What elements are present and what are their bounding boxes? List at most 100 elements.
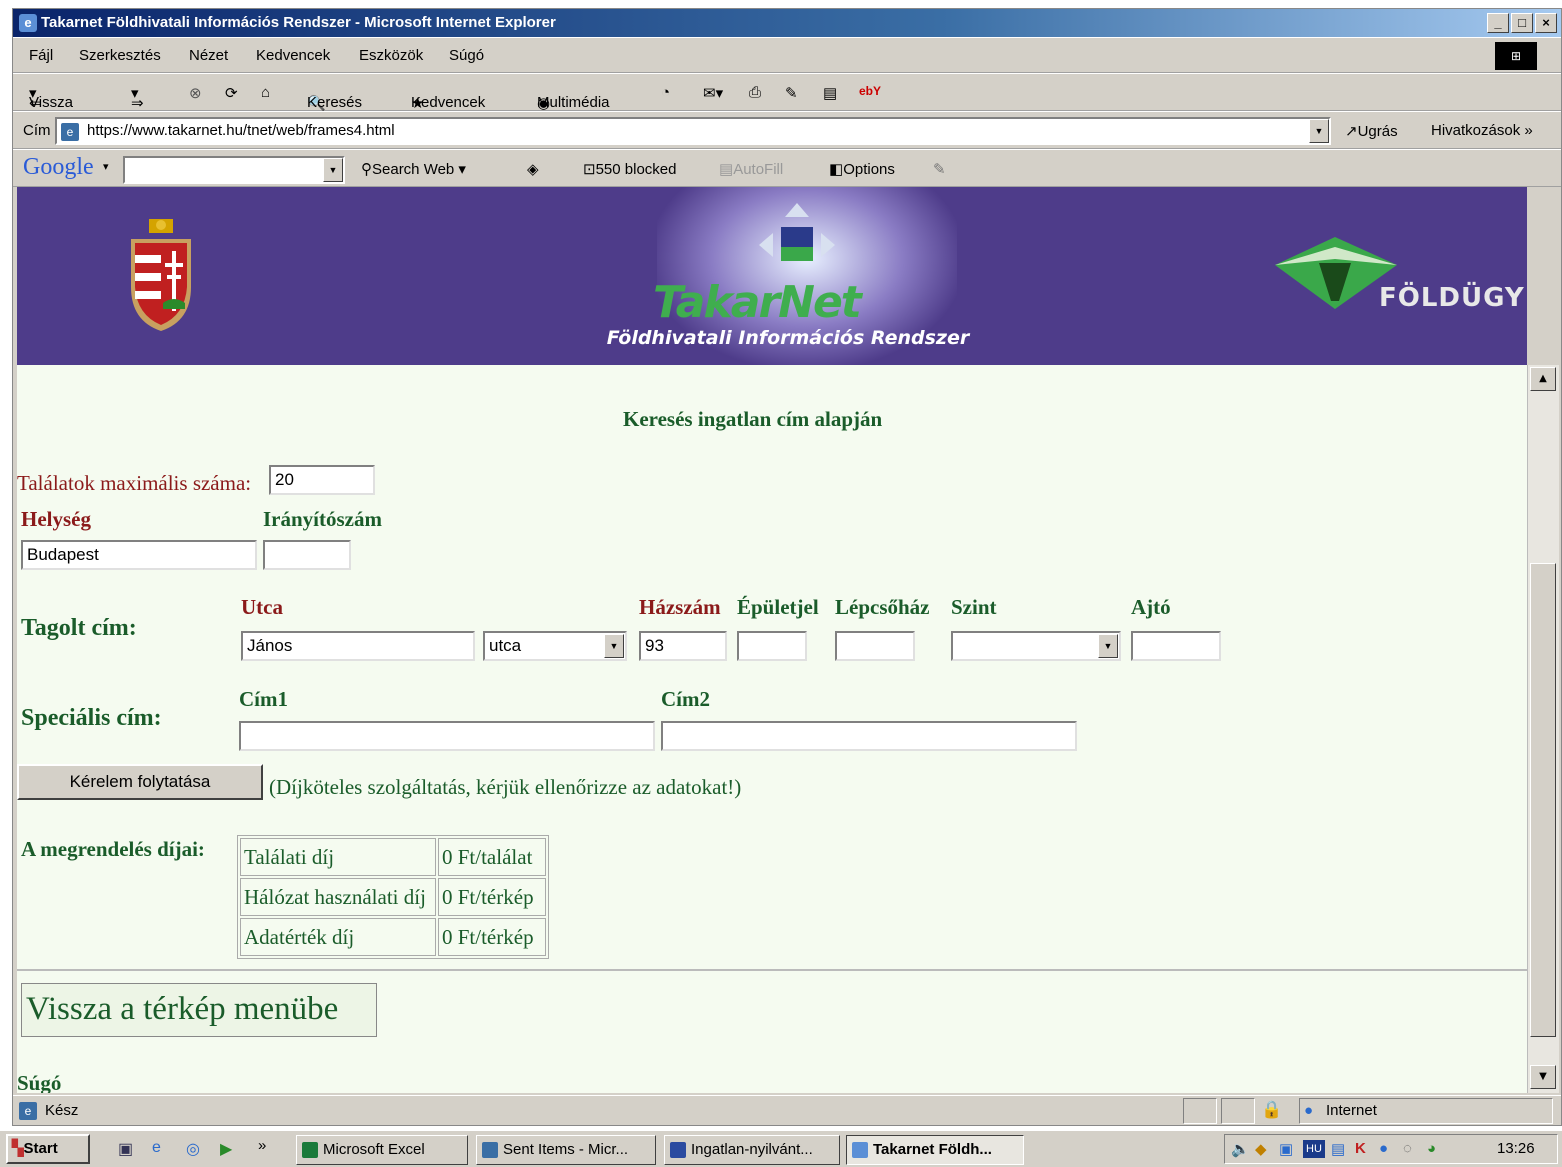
menu-file[interactable]: Fájl [29,47,53,64]
edit-icon[interactable]: ✎ [785,84,798,102]
scroll-down-icon[interactable]: ▼ [1530,1065,1556,1089]
links-button[interactable]: Hivatkozások » [1431,122,1533,139]
vertical-scrollbar[interactable]: ▲ ▼ [1527,365,1559,1093]
fee-name: Találati díj [240,838,436,876]
title-bar: e Takarnet Földhivatali Információs Rend… [13,9,1561,37]
autofill-icon: ▤ [719,161,734,178]
antivirus-icon[interactable]: K [1355,1140,1366,1157]
google-menu-icon[interactable]: ▾ [103,160,109,173]
page-icon: e [61,123,79,141]
address-dropdown-icon[interactable]: ▼ [1309,119,1329,143]
house-number-input[interactable]: 93 [639,631,727,661]
fees-label: A megrendelés díjai: [21,837,205,861]
menu-favorites[interactable]: Kedvencek [256,47,330,64]
ebay-icon[interactable]: ebY [859,84,881,98]
continue-request-button[interactable]: Kérelem folytatása [17,764,263,800]
excel-icon [302,1142,318,1158]
floor-label: Szint [951,595,997,619]
monitor-icon[interactable]: ▤ [1331,1140,1345,1158]
forward-button[interactable]: ⇒ ▾ [131,84,144,112]
options-button[interactable]: ◧Options [829,160,895,178]
google-toolbar: Google ▾ ▼ ⚲Search Web ▾ ◈ ⊡550 blocked … [13,149,1561,187]
ie-quicklaunch-icon[interactable]: e [152,1139,161,1157]
structured-address-label: Tagolt cím: [21,615,137,641]
browser-window: e Takarnet Földhivatali Információs Rend… [12,8,1562,1126]
zip-input[interactable] [263,540,351,570]
maximize-button[interactable]: □ [1511,13,1533,33]
back-button[interactable]: ⇐ Vissza ▾ [29,84,73,112]
address2-input[interactable] [661,721,1077,751]
address2-label: Cím2 [661,687,710,711]
language-icon[interactable]: HU [1303,1140,1325,1158]
task-excel[interactable]: Microsoft Excel [296,1135,468,1165]
print-icon[interactable]: ⎙ [749,84,761,101]
street-type-select[interactable]: utca ▼ [483,631,627,661]
special-address-label: Speciális cím: [21,705,162,731]
refresh-icon[interactable]: ⟳ [225,84,238,102]
menu-help[interactable]: Súgó [449,47,484,64]
task-sent-items[interactable]: Sent Items - Micr... [476,1135,656,1165]
zip-label: Irányítószám [263,507,382,531]
highlight-pen-icon[interactable]: ✎ [933,160,946,178]
messenger-icon[interactable]: ● [1379,1140,1388,1157]
max-results-input[interactable]: 20 [269,465,375,495]
popup-blocker-button[interactable]: ⊡550 blocked [583,160,676,178]
building-input[interactable] [737,631,807,661]
table-row: Hálózat használati díj 0 Ft/térkép [240,878,546,916]
quicklaunch-more-icon[interactable]: » [258,1137,266,1154]
menu-tools[interactable]: Eszközök [359,47,423,64]
standard-toolbar: ⇐ Vissza ▾ ⇒ ▾ ⊗ ⟳ ⌂ 🔍 Keresés ★ Kedvencek… [13,73,1561,112]
status-text: Kész [45,1102,79,1119]
scroll-thumb[interactable] [1530,563,1556,1037]
task-takarnet[interactable]: Takarnet Földh... [846,1135,1024,1165]
stop-icon[interactable]: ⊗ [189,84,202,102]
desktop-icon[interactable]: ▣ [118,1139,133,1159]
update-icon[interactable]: ◕ [1427,1140,1436,1157]
address1-label: Cím1 [239,687,288,711]
go-button[interactable]: ↗Ugrás [1345,122,1398,140]
search-web-button[interactable]: ⚲Search Web ▾ [361,160,466,178]
media-quicklaunch-icon[interactable]: ▶ [220,1139,232,1159]
menu-edit[interactable]: Szerkesztés [79,47,161,64]
autofill-button[interactable]: ▤AutoFill [719,160,783,178]
address-label: Cím [23,122,51,139]
google-search-input[interactable]: ▼ [123,156,345,184]
back-to-map-menu-link[interactable]: Vissza a térkép menübe [21,983,377,1037]
door-input[interactable] [1131,631,1221,661]
table-row: Adatérték díj 0 Ft/térkép [240,918,546,956]
go-arrow-icon: ↗ [1345,123,1358,140]
google-logo[interactable]: Google [23,154,94,181]
start-button[interactable]: ▚Start [6,1134,90,1164]
page-title: Keresés ingatlan cím alapján [623,407,883,431]
network-icon[interactable]: ▣ [1279,1140,1293,1158]
google-search-dropdown-icon[interactable]: ▼ [323,158,343,182]
staircase-label: Lépcsőház [835,595,930,619]
wireless-icon[interactable]: ◌ [1403,1140,1412,1157]
banner-subtitle: Földhivatali Információs Rendszer [606,327,970,349]
street-label: Utca [241,595,283,619]
minimize-button[interactable]: _ [1487,13,1509,33]
help-link[interactable]: Súgó [17,1071,61,1093]
close-button[interactable]: × [1535,13,1557,33]
binoculars-icon: ⚲ [361,161,372,178]
scroll-up-icon[interactable]: ▲ [1530,367,1556,391]
locality-input[interactable]: Budapest [21,540,257,570]
history-icon[interactable]: ◔ [661,84,670,101]
mail-icon[interactable]: ✉▾ [703,84,723,102]
pagerank-icon[interactable]: ◈ [527,160,539,178]
floor-select[interactable]: ▼ [951,631,1121,661]
staircase-input[interactable] [835,631,915,661]
address-input[interactable]: e https://www.takarnet.hu/tnet/web/frame… [55,117,1331,145]
discuss-icon[interactable]: ▤ [823,84,837,102]
takarnet-banner: TakarNet Földhivatali Információs Rendsz… [17,187,1527,365]
coat-of-arms-icon [131,219,191,331]
house-number-label: Házszám [639,595,721,619]
outlook-quicklaunch-icon[interactable]: ◎ [186,1139,200,1159]
menu-view[interactable]: Nézet [189,47,228,64]
home-icon[interactable]: ⌂ [261,84,270,101]
task-word[interactable]: Ingatlan-nyilvánt... [664,1135,840,1165]
volume-icon[interactable]: 🔈 [1231,1140,1250,1158]
street-input[interactable]: János [241,631,475,661]
address1-input[interactable] [239,721,655,751]
tray-app-icon[interactable]: ◆ [1255,1140,1267,1158]
